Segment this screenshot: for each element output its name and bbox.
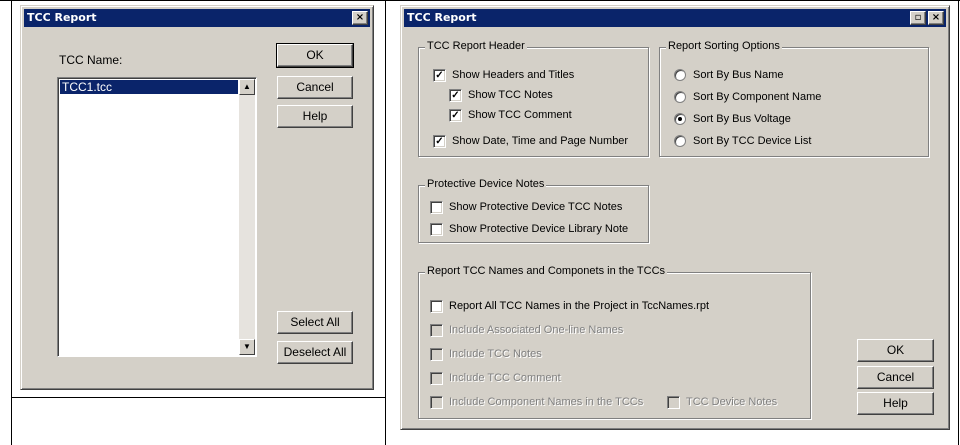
list-item[interactable]: TCC1.tcc [60,80,238,94]
checkbox-icon: ✓ [449,109,462,122]
frame-top-line [0,0,960,1]
cancel-button[interactable]: Cancel [277,76,353,99]
report-sorting-group: Report Sorting Options Sort By Bus Name … [659,40,929,157]
checkbox-icon: ✓ [449,89,462,102]
check-icon: ✓ [435,136,444,147]
checkbox-icon [430,348,443,361]
check-icon: ✓ [435,70,444,81]
radio-label: Sort By TCC Device List [693,135,812,147]
checkbox-label: Include Associated One-line Names [449,324,624,336]
tcc-report-dialog-left: TCC Report × TCC Name: TCC1.tcc ▲ ▼ OK C… [20,5,374,390]
radio-label: Sort By Component Name [693,91,822,103]
report-header-group: TCC Report Header ✓ Show Headers and Tit… [418,40,649,157]
tcc-name-listbox[interactable]: TCC1.tcc ▲ ▼ [57,77,257,357]
frame-right-line [958,0,959,445]
help-button[interactable]: Help [277,105,353,128]
group-title: Report TCC Names and Componets in the TC… [425,265,668,277]
group-title: Report Sorting Options [666,40,782,52]
close-icon[interactable]: × [352,11,368,25]
tcc-name-label: TCC Name: [59,53,123,67]
frame-divider-line [385,0,386,445]
group-title: Protective Device Notes [425,178,547,190]
checkbox-label: Show Protective Device TCC Notes [449,201,623,213]
checkbox-icon [430,300,443,313]
group-title: TCC Report Header [425,40,527,52]
checkbox-label: Report All TCC Names in the Project in T… [449,300,710,312]
radio-icon [674,69,686,81]
report-tcc-names-group: Report TCC Names and Componets in the TC… [418,265,811,419]
checkbox-label: Show Protective Device Library Note [449,223,629,235]
cancel-button[interactable]: Cancel [857,366,934,389]
checkbox-icon [430,324,443,337]
checkbox-label: Include Component Names in the TCCs [449,396,644,408]
deselect-all-button[interactable]: Deselect All [277,341,353,364]
vertical-scrollbar[interactable]: ▲ ▼ [239,79,255,355]
checkbox-label: Show Date, Time and Page Number [452,135,629,147]
checkbox-label: Show TCC Notes [468,89,553,101]
scroll-down-icon[interactable]: ▼ [239,339,255,355]
checkbox-label: Show TCC Comment [468,109,572,121]
checkbox-icon [430,372,443,385]
check-icon: ✓ [451,110,460,121]
ok-button[interactable]: OK [276,43,354,68]
checkbox-icon [667,396,680,409]
radio-label: Sort By Bus Name [693,69,784,81]
close-icon[interactable]: × [928,11,944,25]
ok-button[interactable]: OK [857,339,934,362]
scroll-up-icon[interactable]: ▲ [239,79,255,95]
select-all-button[interactable]: Select All [277,311,353,334]
dialog-title: TCC Report [27,11,97,24]
dialog-title: TCC Report [407,11,477,24]
radio-icon [674,113,686,125]
checkbox-icon: ✓ [433,69,446,82]
checkbox-icon [430,223,443,236]
tcc-report-dialog-right: TCC Report ▫ × TCC Report Header ✓ Show … [400,5,950,430]
checkbox-label: Show Headers and Titles [452,69,575,81]
title-bar: TCC Report ▫ × [404,9,946,27]
checkbox-label: Include TCC Notes [449,348,542,360]
radio-icon [674,91,686,103]
checkbox-icon [430,201,443,214]
frame-left-line [11,0,12,445]
checkbox-label: Include TCC Comment [449,372,561,384]
title-bar: TCC Report × [24,9,370,27]
checkbox-icon: ✓ [433,135,446,148]
checkbox-icon [430,396,443,409]
radio-icon [674,135,686,147]
frame-mid-line [11,397,386,398]
radio-label: Sort By Bus Voltage [693,113,791,125]
restore-icon[interactable]: ▫ [910,11,926,25]
protective-device-notes-group: Protective Device Notes Show Protective … [418,178,649,243]
help-button[interactable]: Help [857,392,934,415]
check-icon: ✓ [451,90,460,101]
checkbox-label: TCC Device Notes [686,396,778,408]
